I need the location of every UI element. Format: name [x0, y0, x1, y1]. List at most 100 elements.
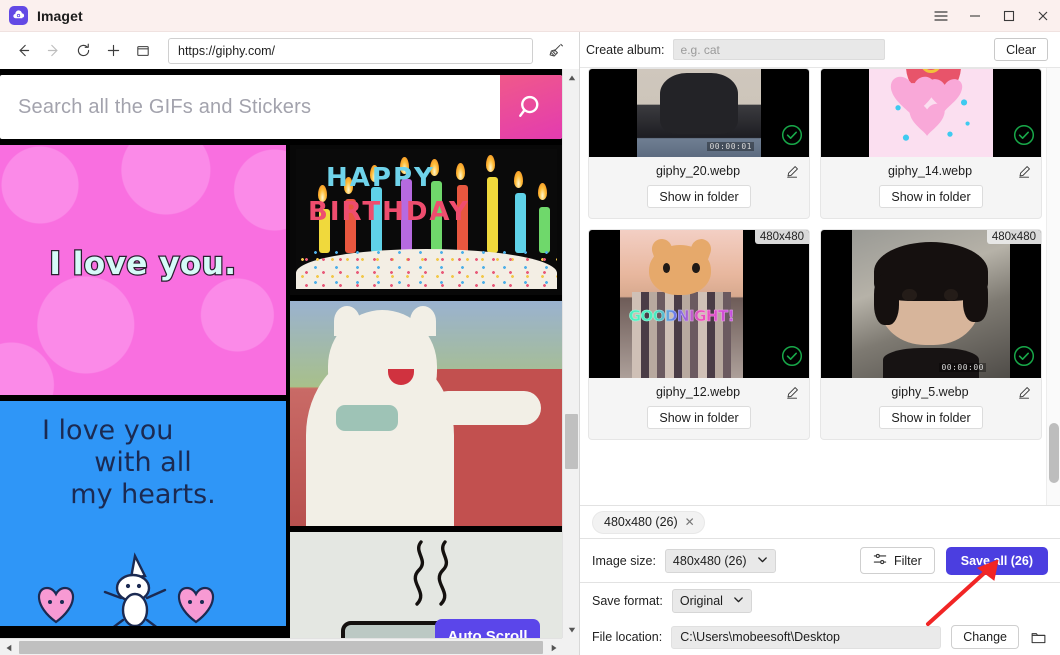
page-vertical-scroll-thumb[interactable] — [565, 414, 578, 469]
create-album-input[interactable]: e.g. cat — [673, 39, 885, 60]
heart-right-icon — [170, 580, 222, 624]
forward-arrow-icon[interactable] — [38, 37, 68, 65]
giphy-page-content: Search all the GIFs and Stickers I love … — [0, 69, 562, 638]
close-icon[interactable]: ✕ — [683, 515, 697, 529]
card-name-row: giphy_5.webp — [821, 378, 1041, 401]
steam-icon — [399, 538, 469, 610]
download-card[interactable]: 480x480 00:00:00 giphy_5.webp — [820, 229, 1042, 440]
image-size-select[interactable]: 480x480 (26) — [665, 549, 776, 573]
main-split: https://giphy.com/ Search all the GIFs a… — [0, 32, 1060, 655]
card-thumbnail[interactable] — [821, 69, 1041, 157]
cake-line1: HAPPY — [326, 163, 435, 193]
scroll-right-arrow-icon[interactable] — [545, 639, 562, 655]
show-in-folder-button[interactable]: Show in folder — [647, 406, 750, 429]
heart-left-icon — [30, 580, 82, 624]
card-filename: giphy_5.webp — [830, 385, 1016, 399]
search-icon[interactable] — [500, 75, 562, 139]
page-vertical-scrollbar[interactable] — [562, 69, 579, 638]
image-size-label: Image size: — [592, 554, 656, 568]
gif-tile-text: I love you. — [49, 246, 236, 282]
embedded-browser: https://giphy.com/ Search all the GIFs a… — [0, 32, 580, 655]
url-input[interactable]: https://giphy.com/ — [168, 38, 533, 64]
card-filename: giphy_14.webp — [830, 164, 1016, 178]
create-album-label: Create album: — [586, 43, 665, 57]
giphy-search-input[interactable]: Search all the GIFs and Stickers — [0, 75, 500, 139]
page-horizontal-scroll-thumb[interactable] — [19, 641, 543, 654]
window-icon[interactable] — [128, 37, 158, 65]
broom-icon[interactable] — [541, 37, 571, 65]
download-card[interactable]: GOODNIGHT! 480x480 giphy_12.webp — [588, 229, 810, 440]
folder-icon[interactable] — [1028, 629, 1048, 646]
check-circle-icon[interactable] — [781, 124, 803, 151]
save-format-label: Save format: — [592, 594, 663, 608]
clear-button[interactable]: Clear — [994, 38, 1048, 61]
show-in-folder-button[interactable]: Show in folder — [879, 185, 982, 208]
show-in-folder-button[interactable]: Show in folder — [879, 406, 982, 429]
close-icon[interactable] — [1026, 0, 1060, 32]
card-thumbnail[interactable]: 480x480 00:00:00 — [821, 230, 1041, 378]
thumbnail-size-badge: 480x480 — [987, 230, 1041, 244]
scroll-up-arrow-icon[interactable] — [563, 69, 579, 86]
back-arrow-icon[interactable] — [8, 37, 38, 65]
thumbnail-size-badge: 480x480 — [755, 230, 809, 244]
save-format-bar: Save format: Original — [580, 583, 1060, 619]
scrollbar-corner — [562, 638, 579, 655]
gif-tile-happy-birthday[interactable]: HAPPY BIRTHDAY — [290, 145, 562, 295]
save-format-select[interactable]: Original — [672, 589, 752, 613]
gif-tile-i-love-you-hearts[interactable]: I love you with all my hearts. — [0, 401, 286, 626]
download-cards-row: GOODNIGHT! 480x480 giphy_12.webp — [583, 229, 1046, 450]
gif-tile-tom-cat[interactable] — [290, 301, 562, 526]
reload-icon[interactable] — [68, 37, 98, 65]
minimize-icon[interactable] — [958, 0, 992, 32]
card-thumbnail[interactable]: GOODNIGHT! 480x480 — [589, 230, 809, 378]
menu-icon[interactable] — [924, 0, 958, 32]
filter-chip-label: 480x480 (26) — [604, 515, 678, 529]
download-cards-list: 00:00:01 giphy_20.webp — [580, 68, 1046, 505]
file-location-label: File location: — [592, 630, 662, 644]
panel-vertical-scrollbar[interactable] — [1046, 68, 1060, 505]
file-location-input[interactable]: C:\Users\mobeesoft\Desktop — [671, 626, 941, 649]
thumbnail-media — [869, 69, 992, 157]
card-button-row: Show in folder — [589, 401, 809, 439]
file-location-bar: File location: C:\Users\mobeesoft\Deskto… — [580, 619, 1060, 655]
card-name-row: giphy_12.webp — [589, 378, 809, 401]
thumbnail-timestamp: 00:00:01 — [707, 142, 754, 151]
url-text: https://giphy.com/ — [178, 44, 275, 58]
giphy-page: Search all the GIFs and Stickers I love … — [0, 69, 579, 655]
check-circle-icon[interactable] — [1013, 345, 1035, 372]
show-in-folder-label: Show in folder — [659, 190, 738, 204]
gif-tile-line2: with all — [0, 447, 286, 479]
gif-column-left: I love you. I love you with all my heart… — [0, 145, 286, 638]
filter-button[interactable]: Filter — [860, 547, 935, 574]
thumbnail-media: GOODNIGHT! — [620, 230, 743, 378]
scroll-left-arrow-icon[interactable] — [0, 639, 17, 655]
maximize-icon[interactable] — [992, 0, 1026, 32]
app-title: Imaget — [37, 8, 83, 24]
filter-chip[interactable]: 480x480 (26) ✕ — [592, 511, 705, 534]
card-name-row: giphy_14.webp — [821, 157, 1041, 180]
download-card[interactable]: 00:00:01 giphy_20.webp — [588, 68, 810, 219]
gif-tile-i-love-you[interactable]: I love you. — [0, 145, 286, 395]
save-all-button[interactable]: Save all (26) — [946, 547, 1048, 575]
download-card[interactable]: giphy_14.webp Show in folder — [820, 68, 1042, 219]
card-name-row: giphy_20.webp — [589, 157, 809, 180]
pencil-icon[interactable] — [784, 165, 800, 178]
create-album-placeholder: e.g. cat — [681, 43, 720, 57]
panel-vertical-scroll-thumb[interactable] — [1049, 423, 1059, 483]
scroll-down-arrow-icon[interactable] — [563, 621, 579, 638]
save-format-value: Original — [680, 594, 723, 608]
page-horizontal-scrollbar[interactable] — [0, 638, 562, 655]
chevron-down-icon — [733, 594, 744, 608]
image-size-value: 480x480 (26) — [673, 554, 747, 568]
pencil-icon[interactable] — [1016, 386, 1032, 399]
show-in-folder-button[interactable]: Show in folder — [647, 185, 750, 208]
card-thumbnail[interactable]: 00:00:01 — [589, 69, 809, 157]
download-cards-row: 00:00:01 giphy_20.webp — [583, 68, 1046, 229]
check-circle-icon[interactable] — [1013, 124, 1035, 151]
pencil-icon[interactable] — [784, 386, 800, 399]
change-location-button[interactable]: Change — [951, 625, 1019, 649]
pencil-icon[interactable] — [1016, 165, 1032, 178]
gif-column-right: HAPPY BIRTHDAY — [290, 145, 562, 638]
plus-icon[interactable] — [98, 37, 128, 65]
check-circle-icon[interactable] — [781, 345, 803, 372]
